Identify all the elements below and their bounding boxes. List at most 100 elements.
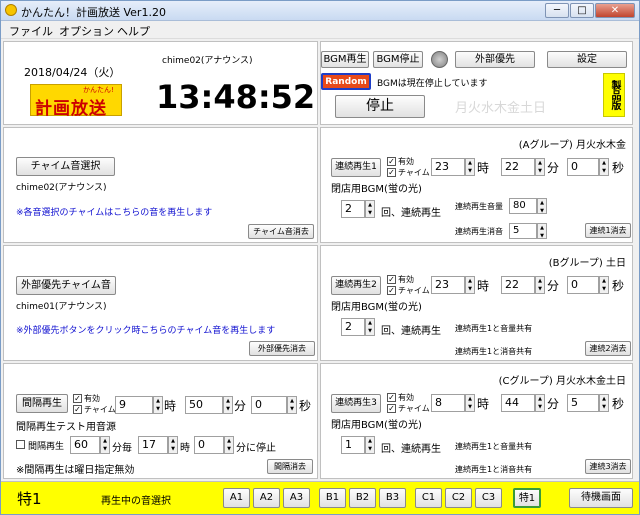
group-c-chime-label: チャイム (398, 404, 430, 413)
group-c-repeat-unit: 回、連続再生 (381, 444, 441, 455)
group-a-second-spinner[interactable]: ▲ ▼ (599, 158, 609, 176)
bgm-play-button[interactable]: BGM再生 (321, 51, 369, 68)
select-b3-button[interactable]: B3 (379, 488, 406, 508)
interval-hour-spinner[interactable]: ▲ ▼ (153, 396, 163, 414)
header-clock-panel: 2018/04/24（火） chime02(アナウンス) かんたん! 計画放送 … (3, 41, 318, 125)
interval-clear-button[interactable]: 間隔消去 (267, 459, 313, 474)
group-c-second-spinner[interactable]: ▲ ▼ (599, 394, 609, 412)
maximize-button[interactable]: □ (570, 3, 594, 18)
standby-screen-button[interactable]: 待機画面 (569, 488, 633, 508)
group-c-hour-spinner[interactable]: ▲ ▼ (465, 394, 475, 412)
chime-file-label: chime02(アナウンス) (16, 183, 107, 193)
group-c-chime-checkbox[interactable]: ✓ (387, 404, 396, 413)
group-a-mute-input[interactable]: 5 (509, 223, 537, 239)
group-c-repeat-input[interactable]: 1 (341, 436, 365, 454)
group-a-repeat-spinner[interactable]: ▲ ▼ (365, 200, 375, 218)
group-a-enabled-checkbox[interactable]: ✓ (387, 157, 396, 166)
group-b-header: (Bグループ) 土日 (548, 258, 626, 269)
select-b1-button[interactable]: B1 (319, 488, 346, 508)
interval-play-button[interactable]: 間隔再生 (16, 394, 68, 413)
interval-second-input[interactable]: 0 (251, 396, 287, 414)
group-c-enabled-checkbox[interactable]: ✓ (387, 393, 396, 402)
group-c-minute-input[interactable]: 44 (501, 394, 535, 412)
group-b-repeat-input[interactable]: 2 (341, 318, 365, 336)
interval-stop-hour-input[interactable]: 17 (138, 436, 168, 454)
group-b-chime-checkbox[interactable]: ✓ (387, 286, 396, 295)
group-a-minute-spinner[interactable]: ▲ ▼ (535, 158, 545, 176)
group-a-repeat-input[interactable]: 2 (341, 200, 365, 218)
interval-every-spinner[interactable]: ▲ ▼ (100, 436, 110, 454)
group-a-second-input[interactable]: 0 (567, 158, 599, 176)
group-b-hour-input[interactable]: 23 (431, 276, 465, 294)
minimize-button[interactable]: ─ (545, 3, 569, 18)
external-clear-button[interactable]: 外部優先消去 (249, 341, 315, 356)
group-b-second-input[interactable]: 0 (567, 276, 599, 294)
select-b2-button[interactable]: B2 (349, 488, 376, 508)
menu-help[interactable]: ヘルプ (117, 23, 150, 39)
title-bar[interactable]: かんたん！計画放送 Ver1.20 ─ □ ✕ (1, 1, 639, 21)
interval-chime-checkbox[interactable]: ✓ (73, 405, 82, 414)
group-b-enabled-checkbox[interactable]: ✓ (387, 275, 396, 284)
close-button[interactable]: ✕ (595, 3, 635, 18)
settings-button[interactable]: 設定 (547, 51, 627, 68)
group-b-minute-input[interactable]: 22 (501, 276, 535, 294)
group-b-bgm-label: 閉店用BGM(蛍の光) (331, 302, 422, 313)
group-c-minute-spinner[interactable]: ▲ ▼ (535, 394, 545, 412)
interval-minute-spinner[interactable]: ▲ ▼ (223, 396, 233, 414)
group-a-minute-input[interactable]: 22 (501, 158, 535, 176)
group-a-play-button[interactable]: 連続再生1 (331, 158, 381, 177)
external-chime-select-button[interactable]: 外部優先チャイム音 (16, 276, 116, 295)
special-label: 特1 (17, 490, 42, 508)
group-a-bgm-label: 閉店用BGM(蛍の光) (331, 184, 422, 195)
select-c1-button[interactable]: C1 (415, 488, 442, 508)
group-c-play-button[interactable]: 連続再生3 (331, 394, 381, 413)
chime-clear-button[interactable]: チャイム音消去 (248, 224, 314, 239)
bgm-stop-button[interactable]: BGM停止 (373, 51, 423, 68)
group-b-play-button[interactable]: 連続再生2 (331, 276, 381, 295)
group-c-volume-share-label: 連続再生1と音量共有 (455, 442, 533, 451)
external-priority-button[interactable]: 外部優先 (455, 51, 535, 68)
group-a-chime-label: チャイム (398, 168, 430, 177)
stop-button[interactable]: 停止 (335, 95, 425, 118)
group-c-hour-input[interactable]: 8 (431, 394, 465, 412)
group-a-header: (Aグループ) 月火水木金 (518, 140, 626, 151)
select-c3-button[interactable]: C3 (475, 488, 502, 508)
group-a-hour-input[interactable]: 23 (431, 158, 465, 176)
group-c-repeat-spinner[interactable]: ▲ ▼ (365, 436, 375, 454)
group-b-second-spinner[interactable]: ▲ ▼ (599, 276, 609, 294)
select-a2-button[interactable]: A2 (253, 488, 280, 508)
group-a-chime-checkbox[interactable]: ✓ (387, 168, 396, 177)
interval-enabled-checkbox[interactable]: ✓ (73, 394, 82, 403)
menu-bar: ファイル オプション ヘルプ (1, 21, 639, 39)
group-a-hour-spinner[interactable]: ▲ ▼ (465, 158, 475, 176)
interval-stop-minute-spinner[interactable]: ▲ ▼ (224, 436, 234, 454)
random-button[interactable]: Random (321, 73, 371, 90)
interval-every-input[interactable]: 60 (70, 436, 100, 454)
chime-select-button[interactable]: チャイム音選択 (16, 157, 115, 176)
menu-options[interactable]: オプション (59, 23, 114, 39)
group-a-volume-input[interactable]: 80 (509, 198, 537, 214)
select-a3-button[interactable]: A3 (283, 488, 310, 508)
interval-minute-input[interactable]: 50 (185, 396, 223, 414)
group-b-minute-spinner[interactable]: ▲ ▼ (535, 276, 545, 294)
select-a1-button[interactable]: A1 (223, 488, 250, 508)
group-b-panel: (Bグループ) 土日 連続再生2 ✓ 有効 ✓ チャイム 23 ▲ ▼ 時 22 … (320, 245, 633, 361)
group-b-clear-button[interactable]: 連続2消去 (585, 341, 631, 356)
interval-panel: 間隔再生 ✓ 有効 ✓ チャイム 9 ▲ ▼ 時 50 ▲ ▼ 分 0 ▲ ▼ 秒 間… (3, 363, 318, 479)
group-c-second-input[interactable]: 5 (567, 394, 599, 412)
interval-repeat-checkbox[interactable] (16, 440, 25, 449)
group-b-hour-spinner[interactable]: ▲ ▼ (465, 276, 475, 294)
group-a-mute-spinner[interactable]: ▲ ▼ (537, 223, 547, 239)
interval-stop-hour-spinner[interactable]: ▲ ▼ (168, 436, 178, 454)
group-b-repeat-spinner[interactable]: ▲ ▼ (365, 318, 375, 336)
select-c2-button[interactable]: C2 (445, 488, 472, 508)
interval-second-spinner[interactable]: ▲ ▼ (287, 396, 297, 414)
group-c-clear-button[interactable]: 連続3消去 (585, 459, 631, 474)
group-a-clear-button[interactable]: 連続1消去 (585, 223, 631, 238)
interval-hour-input[interactable]: 9 (115, 396, 153, 414)
menu-file[interactable]: ファイル (9, 23, 53, 39)
group-a-repeat-unit: 回、連続再生 (381, 208, 441, 219)
group-a-volume-spinner[interactable]: ▲ ▼ (537, 198, 547, 214)
interval-stop-minute-input[interactable]: 0 (194, 436, 224, 454)
select-special1-button[interactable]: 特1 (513, 488, 541, 508)
